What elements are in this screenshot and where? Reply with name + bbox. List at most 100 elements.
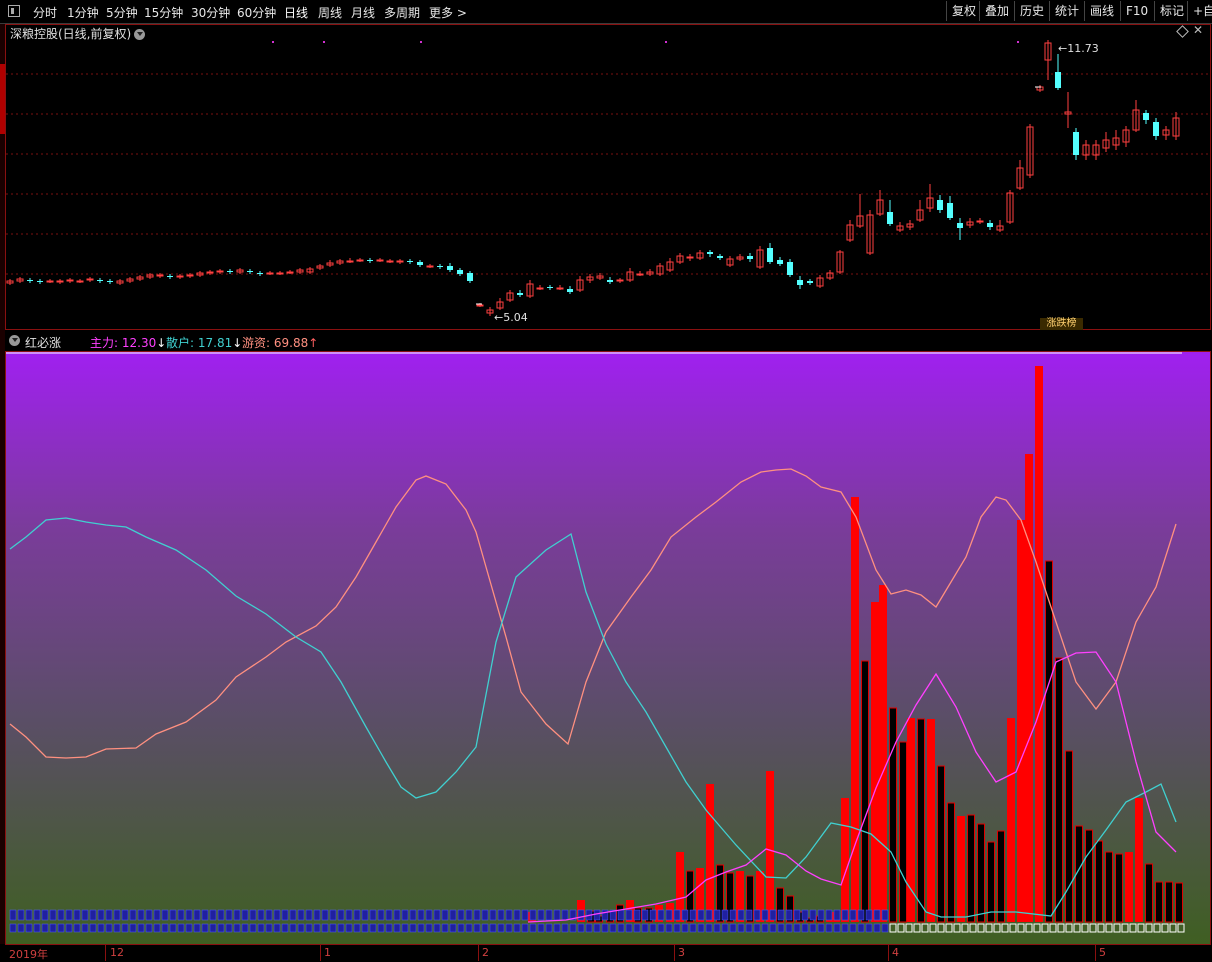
candle-body-up [56,280,64,283]
high-price-label: ←11.73 [1058,42,1099,55]
indicator-toggle-icon[interactable] [9,335,20,346]
signal-box-white [921,923,929,933]
signal-box-blue [257,923,265,933]
signal-box-blue [457,909,465,921]
candle-body-up [46,280,54,283]
indicator-panel[interactable] [5,351,1211,945]
signal-box-white [1169,923,1177,933]
signal-box-blue [433,923,441,933]
signal-box-blue [337,923,345,933]
signal-box-blue [409,923,417,933]
signal-box-blue [161,909,169,921]
candle-body-up [616,279,624,282]
bar-down [1065,750,1073,923]
signal-box-blue [673,923,681,933]
signal-box-blue [273,923,281,933]
indicator-header: 红必涨 主力: 12.30↓ 散户: 17.81↓ 游资: 69.88↑ [5,331,1211,351]
signal-box-blue [233,909,241,921]
signal-box-blue [569,923,577,933]
signal-box-blue [497,923,505,933]
legend-hot-money: 游资: 69.88↑ [242,336,319,350]
candle-body-down [747,256,753,259]
bar-down [997,830,1005,923]
candle-body-up [206,271,214,274]
bar-up [1135,798,1143,922]
signal-box-blue [9,909,17,921]
signal-box-white [1057,923,1065,933]
signal-box-blue [793,909,801,921]
bar-down [1045,560,1053,923]
signal-box-white [1081,923,1089,933]
candle-body-down [367,260,373,261]
signal-box-blue [185,923,193,933]
hot-money-line [9,468,1177,759]
signal-box-blue [577,923,585,933]
bar-down [1115,853,1123,923]
legend-main: 主力: 12.30↓ [90,336,167,350]
signal-box-blue [425,909,433,921]
x-tick [674,945,675,961]
signal-box-white [1129,923,1137,933]
signal-box-white [913,923,921,933]
signal-box-blue [857,909,865,921]
rank-badge[interactable]: 涨跌榜 [1040,318,1083,330]
candle-body-down [547,287,553,288]
signal-box-white [1145,923,1153,933]
signal-box-blue [193,909,201,921]
signal-box-blue [769,909,777,921]
signal-box-blue [177,923,185,933]
signal-box-blue [601,923,609,933]
signal-box-blue [249,909,257,921]
candle-body-down [437,266,443,267]
top-marker-dot [420,41,422,43]
low-price-label: ←5.04 [494,311,528,324]
candle-body-up [556,287,564,290]
signal-box-white [1033,923,1041,933]
signal-box-blue [385,923,393,933]
bar-down [977,823,985,923]
bar-up [907,718,915,922]
signal-box-blue [825,909,833,921]
candle-body-down [607,280,613,282]
signal-box-blue [281,909,289,921]
signal-box-blue [17,909,25,921]
signal-box-blue [369,923,377,933]
candle-body-down [227,271,233,272]
candle-body-up [636,273,644,276]
bar-up [1007,718,1015,922]
signal-box-white [1097,923,1105,933]
signal-box-blue [145,923,153,933]
signal-box-blue [505,923,513,933]
candle-body-down [957,223,963,228]
signal-box-blue [321,923,329,933]
signal-box-blue [801,923,809,933]
bar-up [1025,454,1033,922]
signal-box-white [1001,923,1009,933]
signal-box-blue [465,923,473,933]
signal-box-blue [33,923,41,933]
x-label-year: 2019年 [9,948,48,961]
signal-box-blue [721,923,729,933]
indicator-name[interactable]: 红必涨 [25,334,61,351]
signal-box-white [961,923,969,933]
candle-body-down [947,203,953,218]
signal-box-blue [809,923,817,933]
signal-box-blue [881,909,889,921]
signal-box-white [1105,923,1113,933]
signal-box-white [1017,923,1025,933]
signal-box-blue [377,909,385,921]
signal-box-white [1089,923,1097,933]
candle-body-up [176,275,184,278]
signal-box-blue [129,909,137,921]
bar-down [967,814,975,923]
signal-box-blue [241,909,249,921]
signal-box-white [953,923,961,933]
signal-box-blue [561,923,569,933]
signal-box-blue [849,923,857,933]
signal-box-blue [425,923,433,933]
signal-box-blue [801,909,809,921]
signal-box-white [1041,923,1049,933]
signal-box-white [889,923,897,933]
bar-up [851,497,859,922]
signal-box-blue [753,909,761,921]
